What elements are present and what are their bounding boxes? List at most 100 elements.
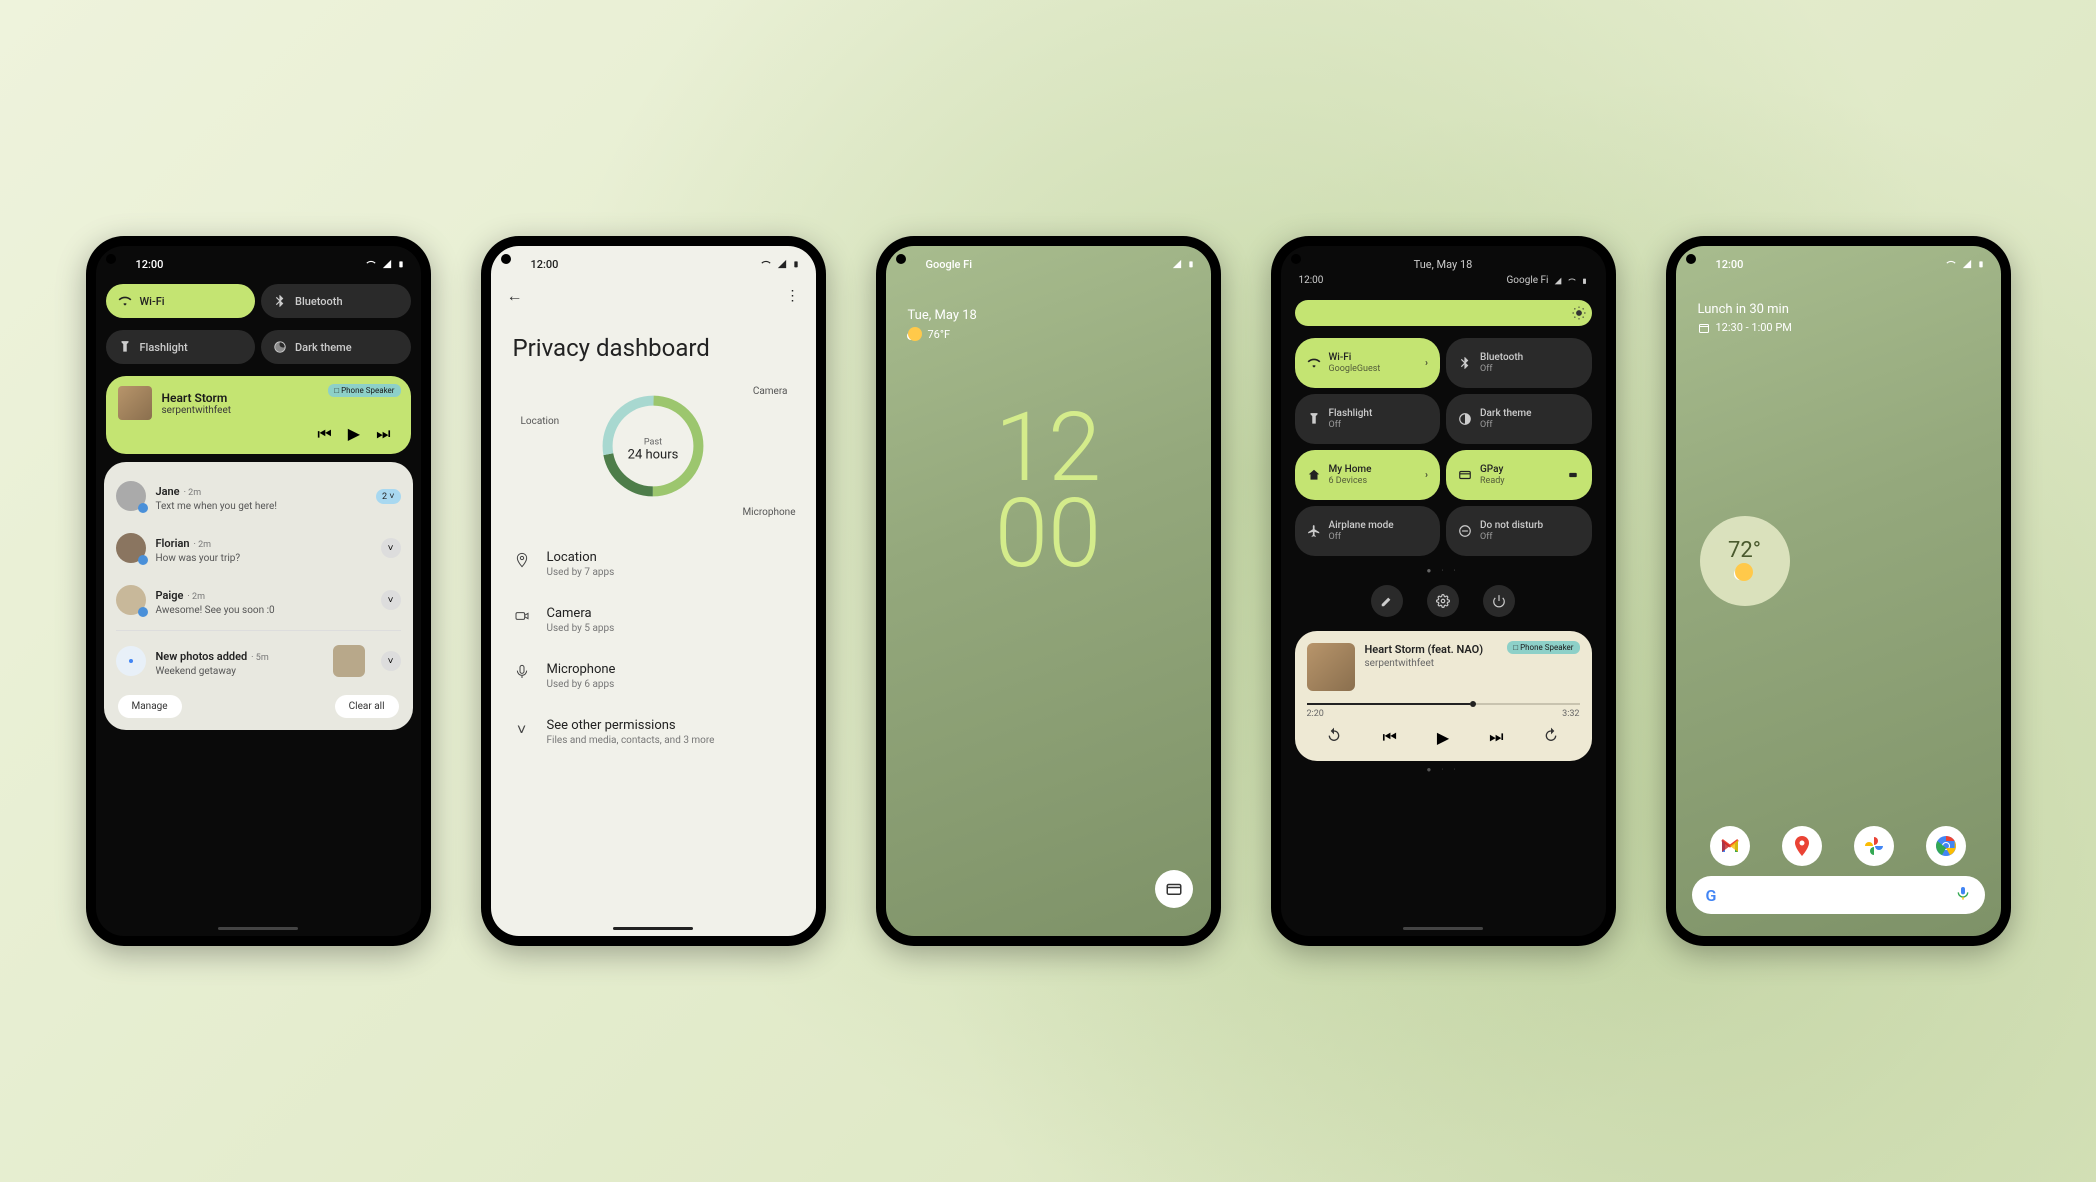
- avatar: [116, 481, 146, 511]
- clock: 12:00: [1716, 258, 1744, 271]
- media-artist: serpentwithfeet: [1365, 658, 1484, 669]
- media-output-badge[interactable]: □ Phone Speaker: [328, 384, 400, 397]
- lock-clock: 12 00: [886, 345, 1211, 638]
- media-card[interactable]: □ Phone Speaker Heart Storm serpentwithf…: [106, 376, 411, 454]
- qs-tile-do-not-disturb[interactable]: Do not disturbOff: [1446, 506, 1592, 556]
- qs-darktheme-tile[interactable]: Dark theme: [261, 330, 411, 364]
- flashlight-icon: [118, 340, 132, 354]
- prev-track-icon[interactable]: ⏮: [317, 424, 331, 444]
- wallet-button[interactable]: [1155, 870, 1193, 908]
- notification-shade-phone: 12:00 Wi-Fi Bluetooth Flashlight: [86, 236, 431, 946]
- count-badge[interactable]: 2 ˅: [376, 489, 401, 504]
- home-indicator[interactable]: [613, 927, 693, 930]
- qs-wifi-tile[interactable]: Wi-Fi: [106, 284, 256, 318]
- status-icons: [760, 258, 800, 270]
- photo-thumbnail: [333, 645, 365, 677]
- qs-tile-wi-fi[interactable]: Wi-FiGoogleGuest›: [1295, 338, 1441, 388]
- weather-widget[interactable]: 72°: [1700, 516, 1790, 606]
- media-artist: serpentwithfeet: [162, 405, 232, 416]
- page-title: Privacy dashboard: [491, 314, 816, 376]
- home-indicator[interactable]: [1403, 927, 1483, 930]
- settings-button[interactable]: [1427, 585, 1459, 617]
- lock-screen-phone: Google Fi Tue, May 18 76°F 12 00: [876, 236, 1221, 946]
- qs-tile-airplane-mode[interactable]: Airplane modeOff: [1295, 506, 1441, 556]
- at-a-glance[interactable]: Lunch in 30 min 12:30 - 1:00 PM: [1676, 278, 2001, 334]
- play-icon[interactable]: ▶: [1437, 728, 1449, 747]
- qs-flashlight-tile[interactable]: Flashlight: [106, 330, 256, 364]
- bluetooth-icon: [273, 294, 287, 308]
- media-title: Heart Storm (feat. NAO): [1365, 643, 1484, 656]
- permission-location[interactable]: LocationUsed by 7 apps: [513, 536, 794, 592]
- album-art: [1307, 643, 1355, 691]
- play-icon[interactable]: ▶: [348, 424, 360, 444]
- prev-track-icon[interactable]: ⏮: [1382, 727, 1396, 747]
- calendar-icon: [1698, 322, 1710, 334]
- gmail-app-icon[interactable]: [1710, 826, 1750, 866]
- qs-tile-dark-theme[interactable]: Dark themeOff: [1446, 394, 1592, 444]
- wi-fi-icon: [1307, 356, 1321, 370]
- brightness-slider[interactable]: [1295, 300, 1592, 326]
- sub-status-bar: 12:00 Google Fi: [1281, 273, 1606, 294]
- search-bar[interactable]: G: [1692, 876, 1985, 914]
- sun-icon: [908, 327, 922, 341]
- clear-all-button[interactable]: Clear all: [335, 695, 399, 718]
- notification-item[interactable]: New photos added · 5m Weekend getaway ˅: [104, 635, 413, 687]
- photos-app-icon[interactable]: [1854, 826, 1894, 866]
- camera-cutout: [106, 254, 116, 264]
- usage-chart: Past 24 hours Location Camera Microphone: [491, 376, 816, 526]
- more-menu-icon[interactable]: ⋮: [786, 288, 800, 304]
- qs-bluetooth-tile[interactable]: Bluetooth: [261, 284, 411, 318]
- forward-icon[interactable]: [1543, 727, 1559, 747]
- camera-cutout: [501, 254, 511, 264]
- qs-tile-flashlight[interactable]: FlashlightOff: [1295, 394, 1441, 444]
- notification-item[interactable]: Florian · 2m How was your trip? ˅: [104, 522, 413, 574]
- power-button[interactable]: [1483, 585, 1515, 617]
- status-bar: Google Fi: [886, 246, 1211, 278]
- notification-item[interactable]: Jane · 2m Text me when you get here! 2 ˅: [104, 470, 413, 522]
- quick-settings-phone: Tue, May 18 12:00 Google Fi Wi-FiGoogleG…: [1271, 236, 1616, 946]
- qs-tile-my-home[interactable]: My Home6 Devices›: [1295, 450, 1441, 500]
- maps-app-icon[interactable]: [1782, 826, 1822, 866]
- expand-icon[interactable]: ˅: [381, 538, 401, 558]
- media-output-badge[interactable]: □ Phone Speaker: [1507, 641, 1579, 654]
- qs-tile-bluetooth[interactable]: BluetoothOff: [1446, 338, 1592, 388]
- do-not-disturb-icon: [1458, 524, 1472, 538]
- wifi-icon: [118, 294, 132, 308]
- status-icons: [365, 258, 405, 270]
- media-page-indicator: ● · ·: [1281, 761, 1606, 778]
- status-icons: [1945, 258, 1985, 270]
- back-button[interactable]: ←: [507, 286, 523, 306]
- mic-icon[interactable]: [1955, 885, 1971, 905]
- media-card[interactable]: □ Phone Speaker Heart Storm (feat. NAO) …: [1295, 631, 1592, 761]
- clock: 12:00: [531, 258, 559, 271]
- dark-theme-icon: [1458, 412, 1472, 426]
- photos-app-icon: [116, 646, 146, 676]
- home-indicator[interactable]: [218, 927, 298, 930]
- lock-weather[interactable]: 76°F: [886, 323, 1211, 345]
- notification-item[interactable]: Paige · 2m Awesome! See you soon :0 ˅: [104, 574, 413, 626]
- status-icons: [1171, 258, 1195, 270]
- expand-icon[interactable]: ˅: [381, 651, 401, 671]
- next-track-icon[interactable]: ⏭: [1489, 727, 1503, 747]
- replay-icon[interactable]: [1326, 727, 1342, 747]
- permission-microphone[interactable]: MicrophoneUsed by 6 apps: [513, 648, 794, 704]
- expand-icon[interactable]: ˅: [381, 590, 401, 610]
- clock: 12:00: [136, 258, 164, 271]
- page-indicator: ● · ·: [1281, 562, 1606, 579]
- next-track-icon[interactable]: ⏭: [376, 424, 390, 444]
- edit-button[interactable]: [1371, 585, 1403, 617]
- airplane-mode-icon: [1307, 524, 1321, 538]
- manage-button[interactable]: Manage: [118, 695, 182, 718]
- bluetooth-icon: [1458, 356, 1472, 370]
- google-icon: G: [1706, 886, 1717, 905]
- permission-camera[interactable]: CameraUsed by 5 apps: [513, 592, 794, 648]
- avatar: [116, 585, 146, 615]
- status-bar: 12:00: [491, 246, 816, 278]
- chrome-app-icon[interactable]: [1926, 826, 1966, 866]
- sun-icon: [1735, 563, 1753, 581]
- qs-tile-gpay[interactable]: GPayReady: [1446, 450, 1592, 500]
- camera-cutout: [1686, 254, 1696, 264]
- progress-bar[interactable]: [1307, 703, 1580, 705]
- permission-other[interactable]: ˅ See other permissionsFiles and media, …: [513, 704, 794, 760]
- media-title: Heart Storm: [162, 391, 232, 405]
